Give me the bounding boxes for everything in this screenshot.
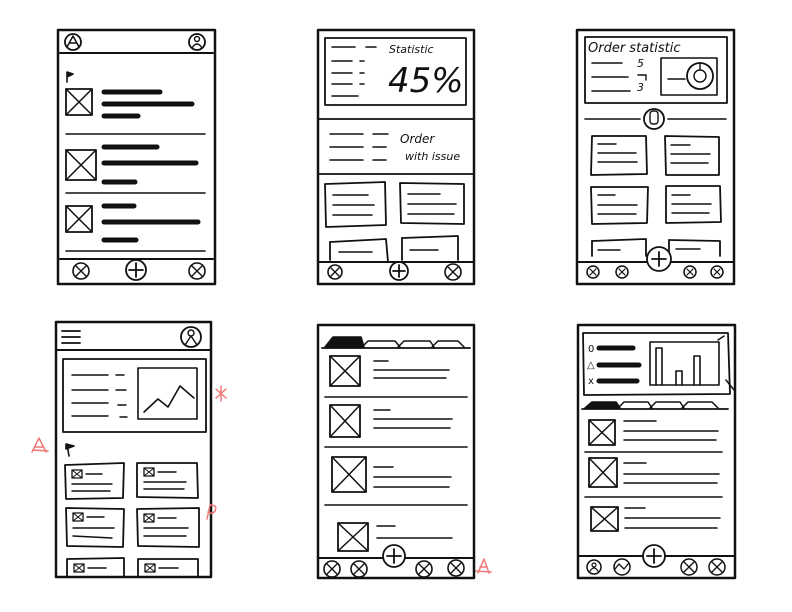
image-placeholder-icon: [337, 522, 369, 552]
bottom-nav: [72, 259, 206, 281]
close-icon[interactable]: [327, 264, 343, 280]
card[interactable]: [136, 507, 200, 548]
card[interactable]: [329, 238, 389, 263]
list-item[interactable]: [65, 203, 201, 243]
logo-icon: [64, 33, 82, 51]
user-icon[interactable]: [586, 559, 602, 575]
add-icon[interactable]: [382, 544, 406, 568]
card[interactable]: [64, 462, 125, 500]
annotation-mark: [215, 385, 227, 402]
annotation-mark: [31, 437, 49, 453]
menu-icon[interactable]: [61, 330, 81, 344]
list-item[interactable]: [329, 355, 450, 387]
add-icon[interactable]: [389, 261, 409, 281]
image-placeholder-icon: [65, 149, 97, 181]
add-icon[interactable]: [125, 259, 147, 281]
card[interactable]: [401, 235, 459, 261]
close-icon[interactable]: [72, 262, 90, 280]
image-placeholder-icon: [329, 404, 361, 438]
bar-chart-icon: [649, 341, 720, 386]
legend-marker: △: [587, 360, 595, 371]
close-icon[interactable]: [444, 263, 462, 281]
close-icon[interactable]: [415, 560, 433, 578]
legend-marker: 0: [588, 344, 594, 355]
wireframe-screen-5: [316, 323, 476, 580]
close-icon[interactable]: [188, 262, 206, 280]
image-placeholder-icon: [590, 506, 619, 532]
wireframe-screen-6: 0 △ x: [576, 323, 737, 580]
close-icon[interactable]: [447, 559, 465, 577]
user-icon[interactable]: [188, 33, 206, 51]
image-placeholder-icon: [329, 355, 361, 387]
chart-card[interactable]: 0 △ x: [582, 332, 735, 396]
close-icon[interactable]: [710, 265, 724, 279]
chart-icon[interactable]: [613, 558, 631, 576]
close-icon[interactable]: [350, 560, 368, 578]
card[interactable]: [591, 238, 647, 257]
tab-bar: [321, 336, 471, 349]
list-item[interactable]: [590, 506, 721, 532]
bottom-nav: [586, 544, 726, 576]
wireframe-screen-4: [54, 320, 213, 579]
pin-icon: [66, 71, 74, 83]
tab-bar: [581, 401, 729, 410]
statistic-title: Statistic: [389, 43, 434, 56]
donut-chart-icon: [660, 57, 718, 96]
list-item[interactable]: [329, 404, 453, 438]
bottom-nav: [323, 544, 465, 578]
wireframe-screen-1: [56, 28, 217, 286]
card[interactable]: [136, 462, 199, 499]
card[interactable]: [66, 557, 125, 578]
count-b: 3: [637, 81, 644, 94]
chart-card[interactable]: [62, 358, 207, 433]
card[interactable]: [137, 558, 199, 578]
card[interactable]: [665, 185, 722, 224]
card[interactable]: [324, 181, 387, 228]
order-statistic-card[interactable]: Order statistic 5 3: [584, 36, 728, 104]
statistic-value: 45%: [388, 61, 464, 101]
close-icon[interactable]: [323, 560, 341, 578]
card[interactable]: [65, 507, 125, 548]
card[interactable]: [668, 239, 721, 257]
image-placeholder-icon: [588, 457, 618, 488]
close-icon[interactable]: [680, 558, 698, 576]
order-issue-section[interactable]: Order with issue: [329, 132, 460, 163]
wireframe-screen-3: Order statistic 5 3: [575, 28, 736, 286]
line-chart-icon: [137, 367, 198, 420]
list-item[interactable]: [588, 419, 719, 446]
image-placeholder-icon: [65, 205, 93, 233]
order-statistic-title: Order statistic: [588, 41, 680, 56]
section-divider: [584, 108, 727, 130]
annotation-mark: [475, 558, 492, 574]
close-icon[interactable]: [586, 265, 600, 279]
image-placeholder-icon: [331, 456, 367, 493]
pin-icon: [65, 443, 75, 457]
card[interactable]: [590, 186, 649, 225]
list-item[interactable]: [65, 144, 199, 185]
add-icon[interactable]: [646, 246, 672, 272]
alert-icon[interactable]: [643, 108, 665, 130]
close-icon[interactable]: [615, 265, 629, 279]
bottom-nav: [327, 261, 462, 281]
wireframe-sketch-board: Statistic 45% Order with issue Order sta…: [31, 28, 737, 580]
wireframe-screen-2: Statistic 45% Order with issue: [316, 28, 476, 286]
card[interactable]: [590, 135, 648, 176]
image-placeholder-icon: [588, 419, 616, 446]
close-icon[interactable]: [683, 265, 697, 279]
list-item[interactable]: [65, 88, 195, 119]
card[interactable]: [664, 135, 720, 176]
card[interactable]: [399, 182, 465, 225]
list-item[interactable]: [588, 457, 720, 488]
user-icon[interactable]: [180, 326, 202, 348]
order-issue-subtitle: with issue: [405, 150, 460, 163]
count-a: 5: [637, 57, 644, 70]
add-icon[interactable]: [642, 544, 666, 568]
image-placeholder-icon: [65, 88, 93, 116]
close-icon[interactable]: [708, 558, 726, 576]
order-issue-title: Order: [400, 132, 435, 146]
list-item[interactable]: [331, 456, 452, 493]
legend-marker: x: [588, 376, 594, 387]
statistic-card[interactable]: Statistic 45%: [324, 37, 467, 106]
